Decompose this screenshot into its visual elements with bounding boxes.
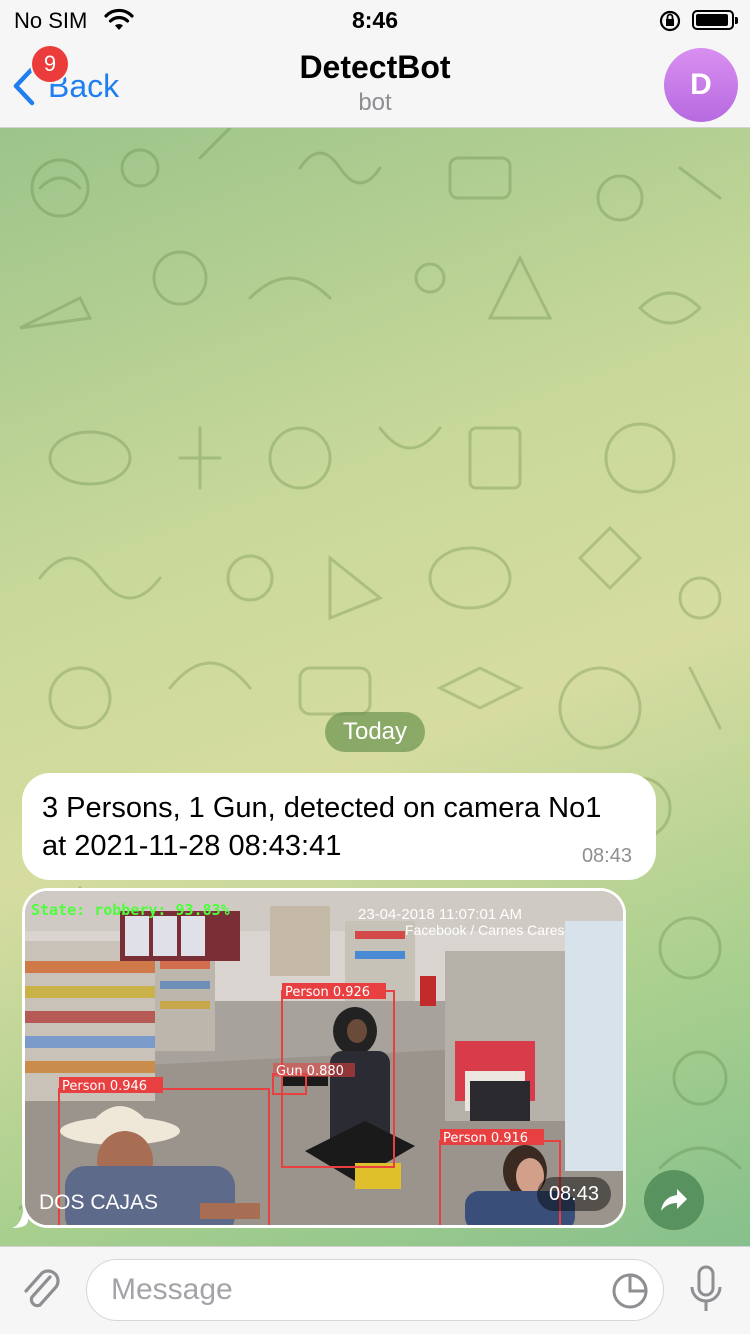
date-separator: Today xyxy=(325,712,425,752)
store-camera-image: Person 0.926 Gun 0.880 Person 0.946 Pers… xyxy=(25,891,623,1225)
photo-time: 08:43 xyxy=(536,1177,611,1211)
share-button[interactable] xyxy=(644,1170,704,1230)
detection-label-1: Person 0.926 xyxy=(285,985,370,1000)
message-input[interactable] xyxy=(111,1260,591,1320)
microphone-icon[interactable] xyxy=(688,1265,724,1322)
message-bubble-text[interactable]: 3 Persons, 1 Gun, detected on camera No1… xyxy=(22,773,656,880)
detection-label-3: Person 0.946 xyxy=(62,1079,147,1094)
overlay-state: State: robbery: 93.83% xyxy=(31,901,230,919)
chat-title: DetectBot xyxy=(299,49,451,85)
overlay-timestamp: 23-04-2018 11:07:01 AM xyxy=(358,906,522,923)
clock: 8:46 xyxy=(351,7,399,33)
detection-photo[interactable]: Person 0.926 Gun 0.880 Person 0.946 Pers… xyxy=(25,891,623,1225)
paperclip-icon[interactable] xyxy=(20,1265,64,1320)
orientation-lock-icon xyxy=(658,10,682,37)
overlay-source: Facebook / Carnes Cares xyxy=(405,922,565,938)
message-text: 3 Persons, 1 Gun, detected on camera No1… xyxy=(42,792,602,862)
message-time: 08:43 xyxy=(581,845,632,867)
nav-header: No SIM 8:46 Back 9 DetectBot bot D xyxy=(0,0,750,128)
battery-icon xyxy=(692,10,738,30)
message-field[interactable] xyxy=(86,1259,664,1321)
detection-label-4: Person 0.916 xyxy=(443,1131,528,1146)
avatar[interactable]: D xyxy=(664,48,738,122)
message-input-bar xyxy=(0,1246,750,1334)
detection-label-2: Gun 0.880 xyxy=(276,1064,344,1079)
overlay-store-name: DOS CAJAS xyxy=(39,1191,158,1214)
message-bubble-photo[interactable]: Person 0.926 Gun 0.880 Person 0.946 Pers… xyxy=(22,888,626,1228)
chat-subtitle: bot xyxy=(358,89,392,116)
share-arrow-icon xyxy=(661,1189,687,1211)
sticker-icon[interactable] xyxy=(611,1272,649,1315)
